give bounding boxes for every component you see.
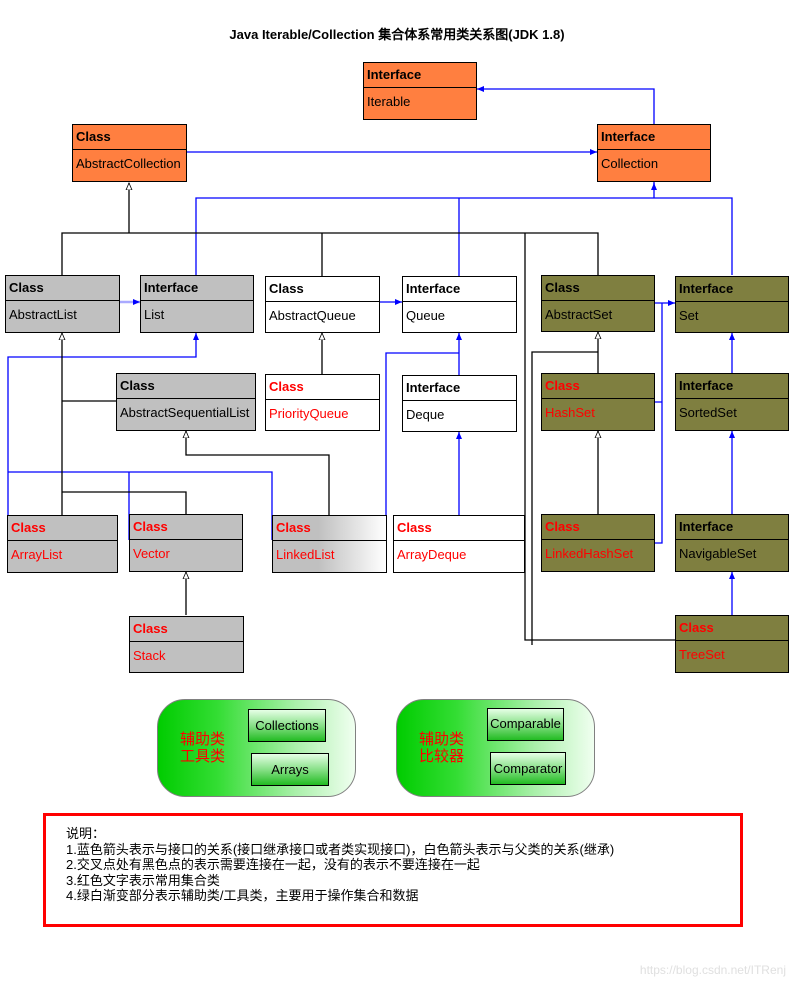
node-abstract-collection[interactable]: Class AbstractCollection <box>72 124 187 182</box>
node-kind: Interface <box>676 515 788 540</box>
node-kind: Interface <box>676 374 788 399</box>
node-list[interactable]: Interface List <box>140 275 254 333</box>
helper-label-line1: 辅助类 <box>419 731 465 748</box>
node-name: Set <box>679 308 699 323</box>
node-name: SortedSet <box>679 405 737 420</box>
node-stack[interactable]: Class Stack <box>129 616 244 673</box>
helper-label: 辅助类 比较器 <box>419 731 464 765</box>
node-tree-set[interactable]: Class TreeSet <box>675 615 789 673</box>
comparable-button[interactable]: Comparable <box>487 708 564 741</box>
node-kind: Class <box>542 374 654 399</box>
node-kind: Class <box>266 375 379 400</box>
notes-line: 4.绿白渐变部分表示辅助类/工具类，主要用于操作集合和数据 <box>66 888 419 903</box>
node-kind: Class <box>8 516 117 541</box>
node-name: TreeSet <box>679 647 725 662</box>
node-name: ArrayDeque <box>397 547 467 562</box>
node-linked-hash-set[interactable]: Class LinkedHashSet <box>541 514 655 572</box>
node-kind: Class <box>676 616 788 641</box>
legend-notes: 说明： 1.蓝色箭头表示与接口的关系(接口继承接口或者类实现接口)，白色箭头表示… <box>43 813 743 927</box>
node-queue[interactable]: Interface Queue <box>402 276 517 333</box>
node-name: LinkedHashSet <box>545 546 634 561</box>
node-array-deque[interactable]: Class ArrayDeque <box>393 515 525 573</box>
helper-label: 辅助类 工具类 <box>180 731 225 765</box>
node-kind: Class <box>73 125 186 150</box>
node-name: AbstractList <box>9 307 77 322</box>
node-name: Queue <box>406 308 446 323</box>
edge-hashsets-set <box>655 303 663 544</box>
node-hash-set[interactable]: Class HashSet <box>541 373 655 431</box>
node-name: Stack <box>133 648 166 663</box>
node-name: Collection <box>601 156 659 171</box>
node-vector[interactable]: Class Vector <box>129 514 243 572</box>
edge-vector-abstractlist <box>62 491 187 514</box>
node-linked-list[interactable]: Class LinkedList <box>272 515 387 573</box>
helper-label-line2: 比较器 <box>419 748 465 765</box>
node-abstract-list[interactable]: Class AbstractList <box>5 275 120 333</box>
node-sorted-set[interactable]: Interface SortedSet <box>675 373 789 431</box>
node-name: AbstractCollection <box>76 156 181 171</box>
notes-line: 2.交叉点处有黑色点的表示需要连接在一起，没有的表示不要连接在一起 <box>66 857 480 872</box>
node-kind: Class <box>273 516 386 541</box>
node-name: NavigableSet <box>679 546 757 561</box>
node-name: AbstractQueue <box>269 308 356 323</box>
node-kind: Class <box>6 276 119 301</box>
node-set[interactable]: Interface Set <box>675 276 789 333</box>
node-name: Vector <box>133 546 170 561</box>
node-name: Deque <box>406 407 445 422</box>
notes-line: 3.红色文字表示常用集合类 <box>66 872 220 888</box>
notes-line: 1.蓝色箭头表示与接口的关系(接口继承接口或者类实现接口)，白色箭头表示与父类的… <box>66 841 615 857</box>
node-name: ArrayList <box>11 547 63 562</box>
node-array-list[interactable]: Class ArrayList <box>7 515 118 573</box>
node-kind: Interface <box>403 277 516 302</box>
node-iterable[interactable]: Interface Iterable <box>363 62 477 120</box>
node-kind: Class <box>130 617 243 642</box>
comparator-button[interactable]: Comparator <box>490 752 566 785</box>
node-deque[interactable]: Interface Deque <box>402 375 517 432</box>
node-kind: Class <box>130 515 242 540</box>
node-kind: Class <box>117 374 255 399</box>
node-kind: Interface <box>403 376 516 401</box>
node-name: PriorityQueue <box>269 406 349 421</box>
edge-subinterfaces-collection <box>195 182 733 276</box>
node-kind: Interface <box>364 63 476 88</box>
edge-lists-list <box>7 333 199 530</box>
node-abstract-queue[interactable]: Class AbstractQueue <box>265 276 380 333</box>
node-kind: Class <box>394 516 524 541</box>
node-kind: Class <box>266 277 379 302</box>
helper-label-line2: 工具类 <box>180 748 226 765</box>
node-kind: Interface <box>141 276 253 301</box>
node-navigable-set[interactable]: Interface NavigableSet <box>675 514 789 572</box>
node-kind: Class <box>542 276 654 301</box>
arrays-button[interactable]: Arrays <box>251 753 329 786</box>
node-collection[interactable]: Interface Collection <box>597 124 711 182</box>
node-name: AbstractSequentialList <box>120 405 250 420</box>
node-kind: Interface <box>598 125 710 150</box>
notes-heading: 说明： <box>66 826 106 841</box>
node-kind: Interface <box>676 277 788 302</box>
node-name: AbstractSet <box>545 307 613 322</box>
node-name: LinkedList <box>276 547 335 562</box>
helper-group-tools: 辅助类 工具类 Collections Arrays <box>157 699 356 797</box>
node-name: List <box>144 307 165 322</box>
edge-collection-iterable <box>477 86 655 124</box>
node-priority-queue[interactable]: Class PriorityQueue <box>265 374 380 431</box>
node-name: HashSet <box>545 405 595 420</box>
edge-linkedlist-asl <box>186 431 330 515</box>
collections-button[interactable]: Collections <box>248 709 326 742</box>
node-kind: Class <box>542 515 654 540</box>
helper-label-line1: 辅助类 <box>180 731 226 748</box>
node-name: Iterable <box>367 94 411 109</box>
watermark: https://blog.csdn.net/ITRenj <box>639 963 786 977</box>
node-abstract-set[interactable]: Class AbstractSet <box>541 275 655 332</box>
helper-group-comparators: 辅助类 比较器 Comparable Comparator <box>396 699 595 797</box>
node-abstract-sequential-list[interactable]: Class AbstractSequentialList <box>116 373 256 431</box>
